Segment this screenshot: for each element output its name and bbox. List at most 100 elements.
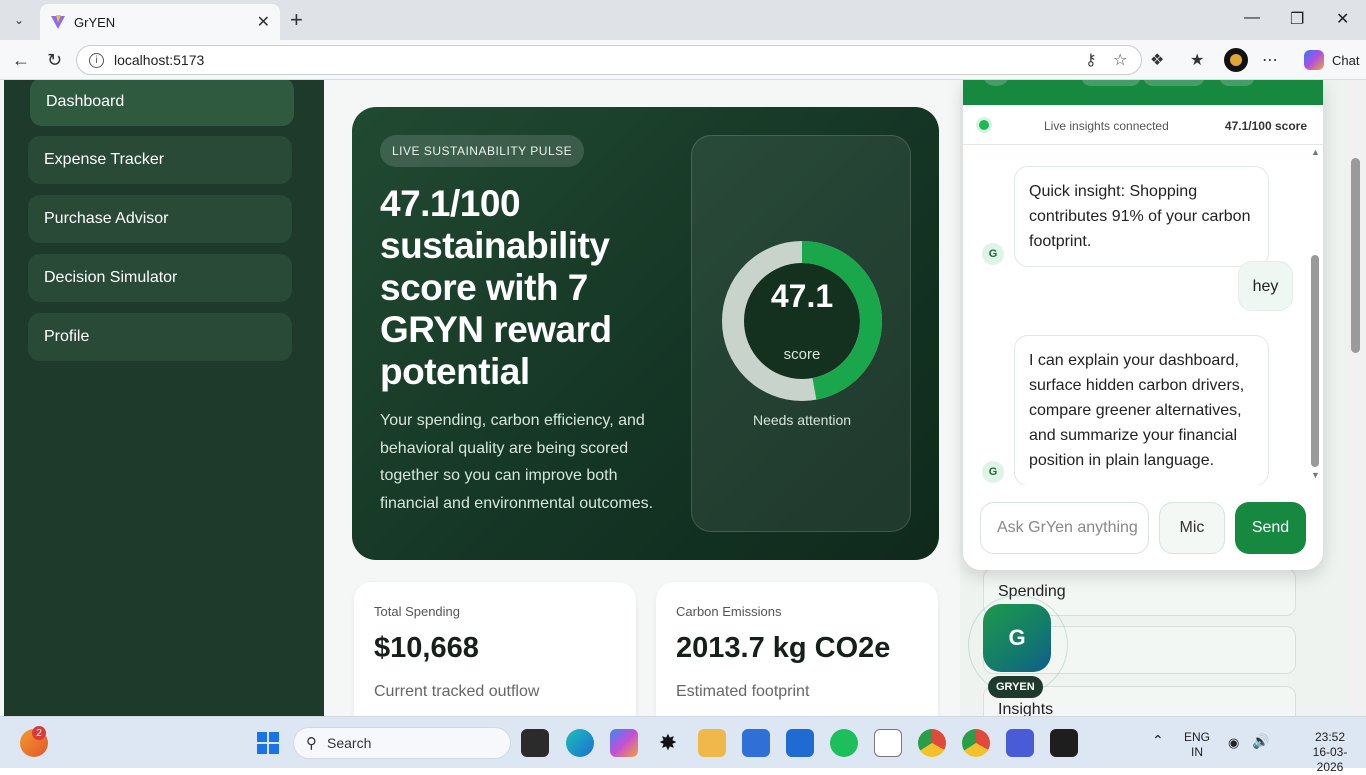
sidebar-item-decision-simulator[interactable]: Decision Simulator xyxy=(28,254,292,302)
score-label: score xyxy=(783,346,821,363)
bot-message: I can explain your dashboard, surface hi… xyxy=(1014,335,1269,485)
site-info-icon[interactable]: i xyxy=(89,52,104,68)
mic-button-label: Mic xyxy=(1179,519,1205,536)
clock-time: 23:52 xyxy=(1314,730,1346,744)
chat-header-button[interactable] xyxy=(1081,80,1141,86)
task-view-icon[interactable] xyxy=(521,729,549,757)
stat-value: 2013.7 kg CO2e xyxy=(676,632,891,664)
stat-label: Carbon Emissions xyxy=(676,604,782,619)
reload-icon[interactable]: ↻ xyxy=(47,50,62,71)
send-button-label: Send xyxy=(1251,519,1290,536)
mic-button[interactable]: Mic xyxy=(1159,502,1225,554)
search-icon: ⚲ xyxy=(306,735,317,752)
page-scrollbar[interactable] xyxy=(1348,80,1366,716)
vpn-app-icon[interactable] xyxy=(1006,729,1034,757)
close-window-icon[interactable]: ✕ xyxy=(1336,9,1349,29)
taskbar-search[interactable]: ⚲ Search xyxy=(293,727,511,759)
send-button[interactable]: Send xyxy=(1235,502,1306,554)
page-scrollbar-thumb[interactable] xyxy=(1351,158,1360,353)
sidebar-item-label: Dashboard xyxy=(46,93,125,110)
chrome-profile-icon[interactable] xyxy=(962,729,990,757)
launcher-letter: G xyxy=(1008,625,1026,650)
message-text: hey xyxy=(1252,278,1279,295)
copilot-chat-button[interactable]: Chat xyxy=(1294,45,1366,75)
sidebar-item-expense-tracker[interactable]: Expense Tracker xyxy=(28,136,292,184)
chat-input[interactable] xyxy=(980,502,1149,554)
hero-title: 47.1/100 sustainability score with 7 GRY… xyxy=(380,183,612,392)
microsoft-store-icon[interactable] xyxy=(742,729,770,757)
new-tab-icon[interactable]: + xyxy=(290,8,303,32)
file-explorer-icon[interactable] xyxy=(698,729,726,757)
sidebar-item-label: Purchase Advisor xyxy=(44,210,169,227)
tab-title: GrYEN xyxy=(74,14,116,30)
chat-button-label: Chat xyxy=(1332,52,1360,68)
more-options-icon[interactable]: ⋯ xyxy=(1262,50,1278,70)
connection-text: Live insights connected xyxy=(1044,119,1169,133)
bot-message: Quick insight: Shopping contributes 91% … xyxy=(1014,166,1269,267)
language-code: ENG xyxy=(1184,730,1211,744)
browser-tab[interactable]: GrYEN ✕ xyxy=(40,4,280,40)
notepad-icon[interactable] xyxy=(874,729,902,757)
clock-date: 16-03-2026 xyxy=(1312,745,1348,774)
back-icon[interactable]: ← xyxy=(12,50,30,71)
stat-label: Total Spending xyxy=(374,604,461,619)
stat-card-total-spending: Total Spending $10,668 Current tracked o… xyxy=(354,582,636,716)
address-bar-row: ← ↻ i localhost:5173 ⚷ ☆ ❖ ★ ⋯ xyxy=(0,40,1366,80)
chat-header-button[interactable] xyxy=(1219,80,1255,86)
chat-header-button[interactable] xyxy=(1143,80,1205,86)
clock[interactable]: 23:52 16-03-2026 xyxy=(1300,730,1360,775)
chat-scrollbar-thumb[interactable] xyxy=(1311,255,1319,467)
chrome-icon[interactable] xyxy=(918,729,946,757)
favorites-icon[interactable]: ★ xyxy=(1190,50,1204,70)
profile-avatar[interactable] xyxy=(1224,48,1248,72)
favorite-star-icon[interactable]: ☆ xyxy=(1113,50,1127,70)
scroll-up-icon[interactable]: ▲ xyxy=(1311,147,1320,157)
chat-panel: Live insights connected 47.1/100 score Q… xyxy=(963,80,1323,570)
terminal-icon[interactable] xyxy=(1050,729,1078,757)
chat-header xyxy=(963,80,1323,105)
user-message: hey xyxy=(1238,261,1293,311)
sidebar-item-label: Expense Tracker xyxy=(44,151,165,168)
outlook-icon[interactable] xyxy=(786,729,814,757)
score-ring xyxy=(722,241,882,401)
hero-description: Your spending, carbon efficiency, and be… xyxy=(380,412,654,512)
restore-icon[interactable]: ❐ xyxy=(1290,9,1304,29)
sidebar-item-dashboard[interactable]: Dashboard xyxy=(30,80,294,126)
edge-browser-icon[interactable] xyxy=(566,729,594,757)
browser-tab-strip: ⌄ GrYEN ✕ + — ❐ ✕ xyxy=(0,0,1366,40)
sidebar-item-purchase-advisor[interactable]: Purchase Advisor xyxy=(28,195,292,243)
message-text: Quick insight: Shopping contributes 91% … xyxy=(1029,183,1251,250)
key-icon[interactable]: ⚷ xyxy=(1085,50,1097,70)
tab-actions-chevron-icon[interactable]: ⌄ xyxy=(6,7,32,33)
stat-card-carbon-emissions: Carbon Emissions 2013.7 kg CO2e Estimate… xyxy=(656,582,938,716)
scroll-down-icon[interactable]: ▼ xyxy=(1311,470,1320,480)
chat-input-row: Mic Send xyxy=(963,485,1323,570)
stat-value: $10,668 xyxy=(374,632,479,664)
address-bar[interactable]: i localhost:5173 xyxy=(76,45,1142,75)
score-value: 47.1 xyxy=(770,278,834,314)
chatgpt-icon[interactable]: ✸ xyxy=(654,729,682,757)
chat-header-icon[interactable] xyxy=(983,80,1009,86)
language-indicator[interactable]: ENG IN xyxy=(1184,730,1210,760)
copilot-app-icon[interactable] xyxy=(610,729,638,757)
sidebar-item-label: Decision Simulator xyxy=(44,269,178,286)
sidebar-item-profile[interactable]: Profile xyxy=(28,313,292,361)
show-hidden-icons-chevron-icon[interactable]: ⌃ xyxy=(1152,733,1164,748)
volume-icon[interactable]: 🔊 xyxy=(1252,734,1269,749)
stat-subtext: Current tracked outflow xyxy=(374,683,540,700)
wifi-icon[interactable]: ◉ xyxy=(1228,735,1239,750)
close-tab-icon[interactable]: ✕ xyxy=(257,12,270,32)
chat-scrollbar[interactable]: ▲ ▼ xyxy=(1308,145,1323,485)
message-text: I can explain your dashboard, surface hi… xyxy=(1029,352,1245,469)
taskbar-search-label: Search xyxy=(327,735,372,751)
windows-start-icon[interactable] xyxy=(254,729,282,757)
extensions-icon[interactable]: ❖ xyxy=(1150,50,1164,70)
score-card: 47.1 score Needs attention xyxy=(691,135,911,532)
minimize-icon[interactable]: — xyxy=(1244,9,1260,27)
chat-messages: Quick insight: Shopping contributes 91% … xyxy=(963,145,1308,485)
gryen-launcher-button[interactable]: G xyxy=(983,604,1051,672)
sidebar-item-label: Profile xyxy=(44,328,90,345)
bot-avatar: G xyxy=(982,243,1004,265)
connection-dot-icon xyxy=(979,120,989,130)
whatsapp-icon[interactable] xyxy=(830,729,858,757)
